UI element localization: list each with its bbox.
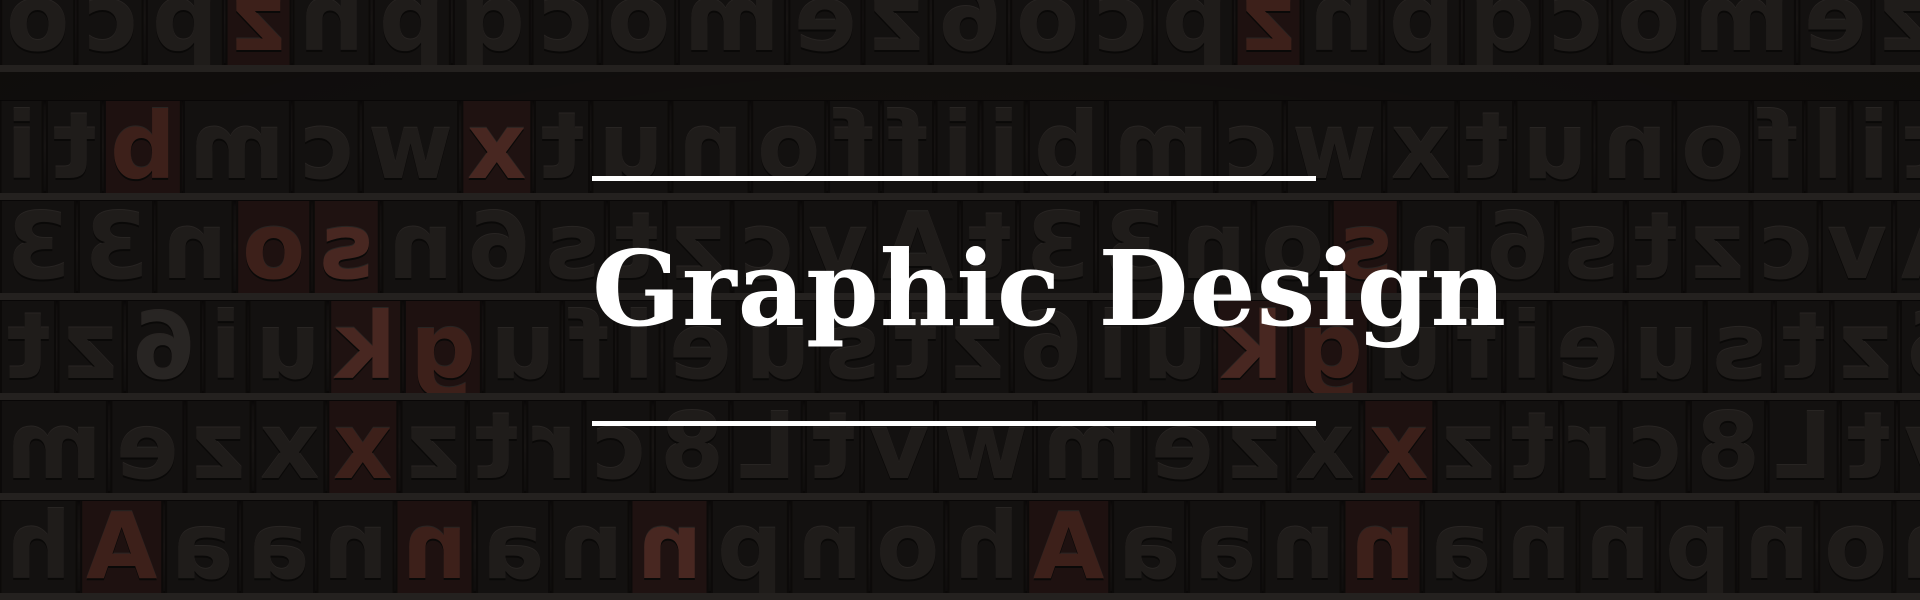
bottom-rule-divider (592, 421, 1316, 426)
page-title: Graphic Design (592, 227, 1508, 350)
top-rule-divider (592, 176, 1316, 181)
header-banner: ocpzhpqcomez6ocpzhpqcomez6ocpz itbmcwxtu… (0, 0, 1920, 600)
title-block: Graphic Design (592, 176, 1508, 426)
